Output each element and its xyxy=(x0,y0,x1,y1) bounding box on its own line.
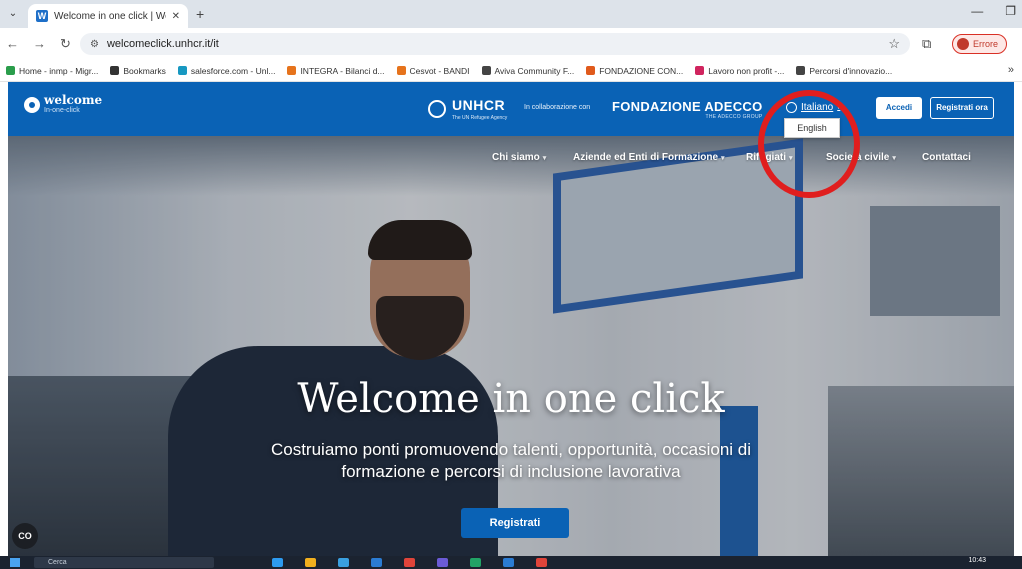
browser-tab[interactable]: W Welcome in one click | Welcom ✕ xyxy=(28,4,188,28)
nav-label: Chi siamo xyxy=(492,152,540,163)
favicon-icon: W xyxy=(36,10,48,22)
bookmark-item[interactable]: Aviva Community F... xyxy=(481,65,575,76)
bookmark-label: Home - inmp - Migr... xyxy=(19,65,99,76)
chevron-down-icon: ▾ xyxy=(892,155,896,162)
adecco-name: FONDAZIONE ADECCO xyxy=(612,99,763,114)
bookmark-favicon-icon xyxy=(287,66,297,75)
chevron-down-icon: ▾ xyxy=(721,155,725,162)
nav-item-chi-siamo[interactable]: Chi siamo ▾ xyxy=(492,152,546,163)
taskbar-clock: 10:43 xyxy=(968,557,986,564)
error-label: Errore xyxy=(973,39,999,49)
url-text: welcomeclick.unhcr.it/it xyxy=(106,38,219,50)
bookmark-favicon-icon xyxy=(695,66,705,75)
profile-error-button[interactable]: Errore xyxy=(952,34,1008,54)
bookmark-label: FONDAZIONE CON... xyxy=(599,65,684,76)
maximize-icon[interactable]: ❐ xyxy=(1005,4,1016,18)
bookmark-label: Percorsi d'innovazio... xyxy=(809,65,893,76)
app-icon[interactable] xyxy=(272,558,283,567)
unhcr-name: UNHCR xyxy=(452,97,506,113)
bookmark-favicon-icon xyxy=(6,66,15,75)
hero-image: Welcome in one click Costruiamo ponti pr… xyxy=(8,136,1014,556)
bookmark-favicon-icon xyxy=(586,66,596,75)
bookmark-label: Bookmarks xyxy=(123,65,166,76)
bookmark-item[interactable]: FONDAZIONE CON... xyxy=(586,66,683,76)
bookmark-item[interactable]: Cesvot - BANDI xyxy=(396,65,470,76)
bookmark-star-icon[interactable]: ☆ xyxy=(888,36,900,52)
taskbar-apps xyxy=(272,558,547,567)
close-tab-icon[interactable]: ✕ xyxy=(172,11,180,22)
reload-icon[interactable]: ↻ xyxy=(60,36,71,52)
bookmark-label: Lavoro non profit -... xyxy=(708,65,785,76)
bookmark-label: Aviva Community F... xyxy=(494,65,575,76)
app-icon[interactable] xyxy=(404,558,415,567)
minimize-icon[interactable]: — xyxy=(971,4,983,18)
unhcr-emblem-icon xyxy=(428,100,446,118)
main-nav: Chi siamo ▾ Aziende ed Enti di Formazione… xyxy=(8,136,1014,176)
welcome-logo[interactable]: welcome In-one-click xyxy=(24,93,103,115)
app-icon[interactable] xyxy=(470,558,481,567)
app-icon[interactable] xyxy=(305,558,316,567)
new-tab-icon[interactable]: + xyxy=(196,6,204,22)
bookmark-favicon-icon xyxy=(396,66,406,75)
logo-icon xyxy=(24,97,40,113)
more-bookmarks-icon[interactable]: » xyxy=(1008,64,1014,76)
bookmark-item[interactable]: salesforce.com - Unl... xyxy=(177,65,276,76)
bookmark-favicon-icon xyxy=(110,66,120,75)
tab-search-icon[interactable]: ⌄ xyxy=(6,7,20,21)
app-icon[interactable] xyxy=(338,558,349,567)
bookmark-item[interactable]: Percorsi d'innovazio... xyxy=(796,66,892,76)
chevron-down-icon: ▾ xyxy=(542,155,547,162)
login-button[interactable]: Accedi xyxy=(876,97,922,119)
bookmark-favicon-icon xyxy=(481,66,491,75)
adecco-logo[interactable]: FONDAZIONE ADECCO THE ADECCO GROUP xyxy=(612,99,763,120)
hero-title: Welcome in one click xyxy=(297,376,725,422)
windows-taskbar: Cerca 10:43 xyxy=(0,556,1022,569)
bookmark-favicon-icon xyxy=(177,66,187,75)
app-icon[interactable] xyxy=(503,558,514,567)
unhcr-tagline: The UN Refugee Agency xyxy=(452,115,508,121)
address-bar-row: ← → ↻ ⚙ welcomeclick.unhcr.it/it ☆ ⧉ Err… xyxy=(0,28,1022,60)
app-icon[interactable] xyxy=(536,558,547,567)
nav-item-contattaci[interactable]: Contattaci xyxy=(922,152,971,163)
bookmark-favicon-icon xyxy=(796,66,806,75)
annotation-circle xyxy=(758,90,860,198)
site-header: welcome In-one-click UNHCR The UN Refuge… xyxy=(8,82,1014,136)
bookmark-label: INTEGRA - Bilanci d... xyxy=(300,65,385,76)
bookmark-label: Cesvot - BANDI xyxy=(409,65,470,76)
windows-start-icon[interactable] xyxy=(10,558,20,567)
back-icon[interactable]: ← xyxy=(6,36,19,52)
collaboration-text: In collaborazione con xyxy=(524,104,591,111)
taskbar-search-input[interactable]: Cerca xyxy=(34,557,214,568)
site-info-icon[interactable]: ⚙ xyxy=(90,39,99,50)
bookmark-item[interactable]: INTEGRA - Bilanci d... xyxy=(287,65,385,76)
bookmark-item[interactable]: Home - inmp - Migr... xyxy=(6,66,98,76)
bookmark-item[interactable]: Bookmarks xyxy=(110,66,166,76)
nav-label: Aziende ed Enti di Formazione xyxy=(573,152,719,163)
unhcr-logo[interactable]: UNHCR The UN Refugee Agency xyxy=(428,97,507,121)
app-icon[interactable] xyxy=(437,558,448,567)
omnibox[interactable]: ⚙ welcomeclick.unhcr.it/it ☆ xyxy=(80,33,910,55)
browser-tab-strip: ⌄ W Welcome in one click | Welcom ✕ + — … xyxy=(0,0,1022,28)
forward-icon[interactable]: → xyxy=(33,36,46,52)
nav-item-aziende[interactable]: Aziende ed Enti di Formazione ▾ xyxy=(573,152,725,163)
register-button[interactable]: Registrati xyxy=(461,508,569,538)
hero-overlay xyxy=(8,136,1014,556)
bookmark-item[interactable]: Lavoro non profit -... xyxy=(695,66,784,76)
cookie-settings-button[interactable]: CO xyxy=(12,523,38,549)
extensions-icon[interactable]: ⧉ xyxy=(922,36,931,52)
tab-title: Welcome in one click | Welcom xyxy=(54,10,166,22)
logo-subtitle: In-one-click xyxy=(44,107,80,114)
hero-subtitle: Costruiamo ponti promuovendo talenti, op… xyxy=(270,440,752,481)
adecco-tagline: THE ADECCO GROUP xyxy=(705,114,763,120)
app-icon[interactable] xyxy=(371,558,382,567)
logo-title: welcome xyxy=(44,93,103,107)
bookmark-label: salesforce.com - Unl... xyxy=(190,65,276,76)
bookmarks-bar: Home - inmp - Migr... Bookmarks salesforce… xyxy=(0,60,1022,82)
avatar xyxy=(957,38,969,50)
nav-label: Contattaci xyxy=(922,152,971,163)
register-now-button[interactable]: Registrati ora xyxy=(930,97,994,119)
